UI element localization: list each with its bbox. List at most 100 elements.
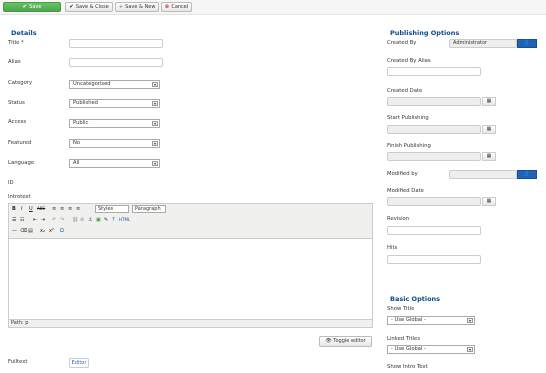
calendar-button[interactable]: ▦ (482, 125, 496, 134)
path-label: Path: p (11, 320, 29, 326)
linked-titles-label: Linked Titles (387, 336, 421, 342)
hits-label: Hits (387, 245, 398, 251)
editor-button[interactable]: Editor (69, 358, 89, 368)
calendar-button[interactable]: ▦ (482, 97, 496, 106)
rich-text-editor[interactable]: B I U ABC ≡ ≡ ≡ ≡ Styles Paragraph ☰ ☷ ⇤… (8, 203, 373, 328)
language-select[interactable]: All ▾ (69, 159, 160, 168)
title-label: Title * (8, 40, 24, 46)
paragraph-dropdown[interactable]: Paragraph (132, 205, 166, 213)
redo-icon[interactable]: ↷ (60, 217, 64, 223)
show-title-select[interactable]: - Use Global - ▾ (387, 316, 475, 325)
bullet-list-icon[interactable]: ☰ (12, 217, 16, 223)
language-value: All (73, 160, 80, 166)
calendar-button[interactable]: ▦ (482, 152, 496, 161)
modified-by-input[interactable] (449, 170, 517, 179)
save-icon: ✔ (22, 4, 28, 10)
remove-format-icon[interactable]: ⌫ (20, 228, 27, 234)
align-center-icon[interactable]: ≡ (60, 206, 64, 212)
language-label: Language (8, 160, 35, 166)
category-select[interactable]: Uncategorised ▾ (69, 80, 160, 89)
editor-toolbar: B I U ABC ≡ ≡ ≡ ≡ Styles Paragraph ☰ ☷ ⇤… (9, 204, 372, 239)
special-char-icon[interactable]: Ω (60, 228, 64, 234)
status-select[interactable]: Published ▾ (69, 99, 160, 108)
cleanup-icon[interactable]: ✎ (104, 217, 108, 223)
created-date-label: Created Date (387, 88, 423, 94)
strikethrough-icon[interactable]: ABC (37, 206, 45, 211)
modified-date-label: Modified Date (387, 188, 424, 194)
help-icon[interactable]: ? (112, 217, 115, 223)
save-close-button[interactable]: ✔ Save & Close (65, 2, 113, 12)
outdent-icon[interactable]: ⇤ (33, 217, 37, 223)
hits-input[interactable] (387, 255, 481, 264)
start-publishing-input[interactable] (387, 125, 481, 134)
publishing-options-title: Publishing Options (390, 29, 460, 37)
save-button[interactable]: ✔ Save (3, 2, 61, 12)
alias-label: Alias (8, 59, 21, 65)
image-icon[interactable]: ▣ (96, 217, 101, 223)
toggle-editor-button[interactable]: 👁 Toggle editor (319, 336, 372, 347)
unlink-icon[interactable]: ⊘ (80, 217, 84, 223)
superscript-icon[interactable]: x² (49, 228, 54, 234)
calendar-icon: ▦ (486, 126, 492, 132)
category-label: Category (8, 80, 33, 86)
align-right-icon[interactable]: ≡ (68, 206, 72, 212)
link-icon[interactable]: ⛓ (72, 217, 78, 223)
save-new-label: Save & New (125, 4, 156, 10)
indent-icon[interactable]: ⇥ (41, 217, 45, 223)
basic-options-title: Basic Options (390, 295, 441, 303)
access-value: Public (73, 120, 89, 126)
show-intro-text-label: Show Intro Text (387, 364, 428, 370)
revision-input[interactable] (387, 226, 481, 235)
visual-aid-icon[interactable]: ▤ (28, 228, 33, 234)
underline-icon[interactable]: U (29, 206, 33, 212)
linked-titles-value: - Use Global - (391, 346, 426, 352)
editor-path: Path: p (9, 319, 372, 327)
user-icon: 👤 (523, 171, 531, 177)
align-justify-icon[interactable]: ≡ (76, 206, 80, 212)
access-select[interactable]: Public ▾ (69, 119, 160, 128)
featured-select[interactable]: No ▾ (69, 139, 160, 148)
save-label: Save (29, 4, 42, 10)
featured-value: No (73, 140, 81, 146)
modified-by-label: Modified by (387, 171, 418, 177)
bold-icon[interactable]: B (12, 206, 16, 212)
styles-label: Styles (98, 206, 114, 212)
save-close-label: Save & Close (75, 4, 109, 10)
horizontal-rule-icon[interactable]: — (12, 228, 17, 234)
alias-input[interactable] (69, 58, 163, 67)
finish-publishing-input[interactable] (387, 152, 481, 161)
select-user-button[interactable]: 👤 (517, 170, 537, 179)
calendar-icon: ▦ (486, 98, 492, 104)
user-icon: 👤 (523, 40, 531, 46)
chevron-down-icon: ▾ (152, 161, 158, 166)
created-by-input[interactable]: Administrator (449, 39, 517, 48)
details-title: Details (11, 29, 37, 37)
html-icon[interactable]: HTML (119, 217, 130, 222)
subscript-icon[interactable]: x₂ (40, 228, 45, 234)
anchor-icon[interactable]: ⚓ (88, 217, 92, 223)
undo-icon[interactable]: ↶ (52, 217, 56, 223)
styles-dropdown[interactable]: Styles (95, 205, 129, 213)
select-user-button[interactable]: 👤 (517, 39, 537, 48)
numbered-list-icon[interactable]: ☷ (20, 217, 24, 223)
created-by-alias-input[interactable] (387, 67, 481, 76)
chevron-down-icon: ▾ (467, 347, 473, 352)
align-left-icon[interactable]: ≡ (52, 206, 56, 212)
toggle-editor-label: Toggle editor (333, 338, 366, 344)
cancel-button[interactable]: ⊗ Cancel (161, 2, 192, 12)
created-date-input[interactable] (387, 97, 481, 106)
title-input[interactable] (69, 39, 163, 48)
save-new-button[interactable]: + Save & New (115, 2, 159, 12)
category-value: Uncategorised (73, 81, 111, 87)
chevron-down-icon: ▾ (152, 101, 158, 106)
chevron-down-icon: ▾ (152, 121, 158, 126)
id-label: ID (8, 180, 14, 186)
toolbar: ✔ Save ✔ Save & Close + Save & New ⊗ Cancel (0, 0, 546, 15)
italic-icon[interactable]: I (21, 206, 22, 212)
calendar-icon: ▦ (486, 198, 492, 204)
linked-titles-select[interactable]: - Use Global - ▾ (387, 345, 475, 354)
chevron-down-icon: ▾ (152, 141, 158, 146)
calendar-icon: ▦ (486, 153, 492, 159)
modified-date-input[interactable] (387, 197, 481, 206)
calendar-button[interactable]: ▦ (482, 197, 496, 206)
